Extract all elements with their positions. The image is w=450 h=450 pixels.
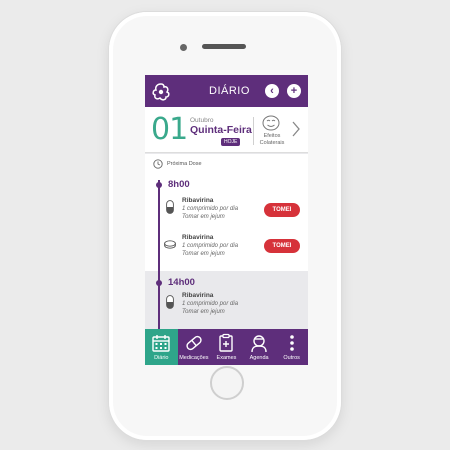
timeline-dot <box>156 182 162 188</box>
med-name: Ribavirina <box>182 234 214 241</box>
side-effects-line-2: Colaterais <box>259 139 285 146</box>
pill-icon <box>186 335 202 351</box>
capsule-icon <box>166 295 174 309</box>
tab-medicacoes[interactable]: Medicações <box>178 329 211 365</box>
weekday-label: Quinta-Feira <box>190 124 252 136</box>
date-row: 01 Outubro Quinta-Feira HOJE Efeitos Col… <box>145 107 308 153</box>
med-note: Tomar em jejum <box>182 214 225 220</box>
doctor-icon <box>251 335 267 353</box>
med-dose: 1 comprimido por dia <box>182 206 239 212</box>
add-button[interactable]: + <box>287 84 301 98</box>
tab-label: Exames <box>216 355 237 361</box>
tab-label: Outros <box>283 355 300 361</box>
clock-icon <box>153 159 163 169</box>
side-effects-face-icon[interactable] <box>262 115 280 131</box>
top-bar: DIÁRIO ‹ + <box>145 75 308 107</box>
capsule-icon <box>166 200 174 214</box>
app-screen: DIÁRIO ‹ + 01 Outubro Quinta-Feira HOJE … <box>145 75 308 365</box>
page-title: DIÁRIO <box>209 85 250 97</box>
month-label: Outubro <box>190 117 214 124</box>
home-button[interactable] <box>210 366 244 400</box>
tab-diario[interactable]: Diário <box>145 329 178 365</box>
bottom-tab-bar: Diário Medicações Exames Agenda Outros <box>145 329 308 365</box>
med-note: Tomar em jejum <box>182 309 225 315</box>
chevron-right-icon[interactable] <box>291 121 301 137</box>
earpiece-speaker <box>202 44 246 49</box>
front-camera <box>180 44 187 51</box>
side-effects-label[interactable]: Efeitos Colaterais <box>254 133 290 146</box>
next-dose-label: Próxima Dose <box>167 161 202 167</box>
med-name: Ribavirina <box>182 292 214 299</box>
calendar-icon <box>152 335 170 352</box>
tab-label: Agenda <box>249 355 269 361</box>
med-dose: 1 comprimido por dia <box>182 243 239 249</box>
med-dose: 1 comprimido por dia <box>182 301 239 307</box>
dose-time: 14h00 <box>168 277 195 288</box>
tablet-icon <box>164 240 176 249</box>
med-name: Ribavirina <box>182 197 214 204</box>
today-badge: HOJE <box>221 138 241 146</box>
app-logo-icon <box>152 83 170 101</box>
tab-exames[interactable]: Exames <box>210 329 243 365</box>
next-dose-row: Próxima Dose <box>153 159 202 169</box>
dose-time: 8h00 <box>168 179 190 190</box>
tab-label: Diário <box>154 355 169 361</box>
day-number: 01 <box>151 112 188 147</box>
timeline-dot <box>156 280 162 286</box>
more-icon <box>289 335 294 351</box>
took-button[interactable]: TOMEI <box>264 203 300 217</box>
tab-label: Medicações <box>179 355 209 361</box>
timeline-line <box>158 180 160 330</box>
tab-outros[interactable]: Outros <box>275 329 308 365</box>
clipboard-icon <box>219 333 234 352</box>
tab-agenda[interactable]: Agenda <box>243 329 276 365</box>
back-button[interactable]: ‹ <box>265 84 279 98</box>
med-note: Tomar em jejum <box>182 251 225 257</box>
took-button[interactable]: TOMEI <box>264 239 300 253</box>
